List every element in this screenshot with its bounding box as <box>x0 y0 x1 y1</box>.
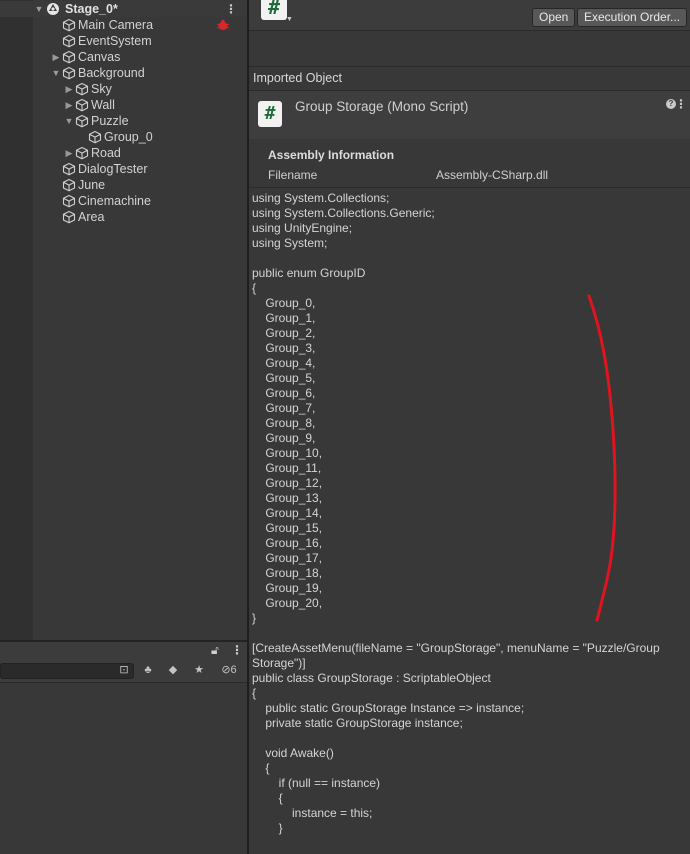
scene-menu-icon[interactable]: ⋮ <box>225 1 237 17</box>
hierarchy-item[interactable]: DialogTester <box>0 161 247 177</box>
icon-dropdown-caret-icon[interactable]: ▼ <box>286 16 293 23</box>
hidden-packages-toggle[interactable]: ⊘6 <box>214 662 244 678</box>
left-panel: ▼ Stage_0* ⋮ Main Camera EventSystem ▶ Canv… <box>0 0 247 854</box>
filename-label: Filename <box>268 168 318 182</box>
gameobject-cube-icon <box>88 130 102 144</box>
hierarchy-item-label: Area <box>78 210 105 224</box>
hierarchy-item[interactable]: EventSystem <box>0 33 247 49</box>
hierarchy-item-label: Main Camera <box>78 18 154 32</box>
inspector-panel: # ▼ Open Execution Order... Imported Obj… <box>249 0 690 854</box>
hierarchy-item-label: Puzzle <box>91 114 129 128</box>
inspector-spacer <box>249 30 690 67</box>
gameobject-cube-icon <box>62 194 76 208</box>
gameobject-cube-icon <box>75 98 89 112</box>
hierarchy-item-label: EventSystem <box>78 34 152 48</box>
script-hash-icon: # <box>258 101 282 127</box>
collapse-arrow-icon[interactable]: ▼ <box>63 113 75 129</box>
filter-by-type-icon[interactable]: ♣ <box>139 662 157 678</box>
gameobject-cube-icon <box>75 114 89 128</box>
gameobject-cube-icon <box>62 162 76 176</box>
hierarchy-panel: ▼ Stage_0* ⋮ Main Camera EventSystem ▶ Canv… <box>0 0 247 640</box>
hierarchy-item-label: June <box>78 178 106 192</box>
project-body <box>0 683 247 854</box>
gameobject-cube-icon <box>62 66 76 80</box>
gameobject-cube-icon <box>62 34 76 48</box>
inspector-top-header: # ▼ Open Execution Order... <box>249 0 690 30</box>
gameobject-cube-icon <box>75 82 89 96</box>
hierarchy-item[interactable]: Group_0 <box>0 129 247 145</box>
expand-arrow-icon[interactable]: ▶ <box>50 49 62 65</box>
hierarchy-item-label: Wall <box>91 98 115 112</box>
hierarchy-item-label: Group_0 <box>104 130 153 144</box>
imported-object-label: Imported Object <box>253 71 342 85</box>
expand-arrow-icon[interactable]: ▶ <box>63 145 75 161</box>
hierarchy-item[interactable]: ▼ Puzzle <box>0 113 247 129</box>
hierarchy-item-label: Canvas <box>78 50 121 64</box>
scene-name: Stage_0* <box>65 2 118 16</box>
object-menu-icon[interactable]: ⋮ <box>675 97 687 111</box>
object-title: Group Storage (Mono Script) <box>295 99 469 114</box>
project-toolbar: ⊡ ♣ ◆ ★ ⊘6 <box>0 660 247 683</box>
project-header: 🔓︎ ⋮ <box>0 642 247 660</box>
expand-arrow-icon[interactable]: ▶ <box>63 97 75 113</box>
hierarchy-item-label: DialogTester <box>78 162 148 176</box>
assembly-title: Assembly Information <box>268 148 395 162</box>
hierarchy-item-label: Road <box>91 146 121 160</box>
hierarchy-item-label: Cinemachine <box>78 194 151 208</box>
hierarchy-item[interactable]: ▶ Wall <box>0 97 247 113</box>
imported-object-header: Imported Object <box>249 66 690 89</box>
hierarchy-item[interactable]: ▶ Canvas <box>0 49 247 65</box>
project-menu-icon[interactable]: ⋮ <box>231 643 243 657</box>
gameobject-cube-icon <box>75 146 89 160</box>
collapse-arrow-icon[interactable]: ▼ <box>50 65 62 81</box>
project-search-input[interactable] <box>0 663 134 679</box>
hierarchy-item[interactable]: ▶ Road <box>0 145 247 161</box>
hierarchy-item[interactable]: ▶ Sky <box>0 81 247 97</box>
script-source-code: using System.Collections; using System.C… <box>252 191 660 835</box>
assembly-information: Assembly Information Filename Assembly-C… <box>249 139 690 188</box>
gameobject-cube-icon <box>62 50 76 64</box>
hidden-count: 6 <box>230 664 237 676</box>
collapse-arrow-icon[interactable]: ▼ <box>33 1 45 17</box>
gameobject-cube-icon <box>62 210 76 224</box>
hierarchy-item[interactable]: Cinemachine <box>0 193 247 209</box>
hierarchy-item[interactable]: ▼ Background <box>0 65 247 81</box>
object-header: # Group Storage (Mono Script) ? ⋮ <box>249 90 690 140</box>
unity-scene-icon <box>47 3 59 15</box>
search-by-type-icon[interactable]: ⊡ <box>115 662 133 678</box>
hierarchy-item[interactable]: June <box>0 177 247 193</box>
gameobject-cube-icon <box>62 18 76 32</box>
execution-order-button[interactable]: Execution Order... <box>577 8 688 27</box>
scene-row[interactable]: ▼ Stage_0* ⋮ <box>0 1 247 17</box>
hierarchy-item[interactable]: Main Camera <box>0 17 247 33</box>
hierarchy-item-label: Sky <box>91 82 112 96</box>
filter-by-label-icon[interactable]: ◆ <box>164 662 182 678</box>
bug-icon[interactable] <box>216 19 230 31</box>
hierarchy-item-label: Background <box>78 66 145 80</box>
eye-slash-icon: ⊘ <box>221 664 231 676</box>
filename-value: Assembly-CSharp.dll <box>436 168 549 182</box>
favorites-star-icon[interactable]: ★ <box>190 662 208 678</box>
hierarchy-item[interactable]: Area <box>0 209 247 225</box>
script-hash-icon: # <box>261 0 287 20</box>
lock-icon[interactable]: 🔓︎ <box>211 643 219 658</box>
open-button[interactable]: Open <box>532 8 576 27</box>
expand-arrow-icon[interactable]: ▶ <box>63 81 75 97</box>
gameobject-cube-icon <box>62 178 76 192</box>
